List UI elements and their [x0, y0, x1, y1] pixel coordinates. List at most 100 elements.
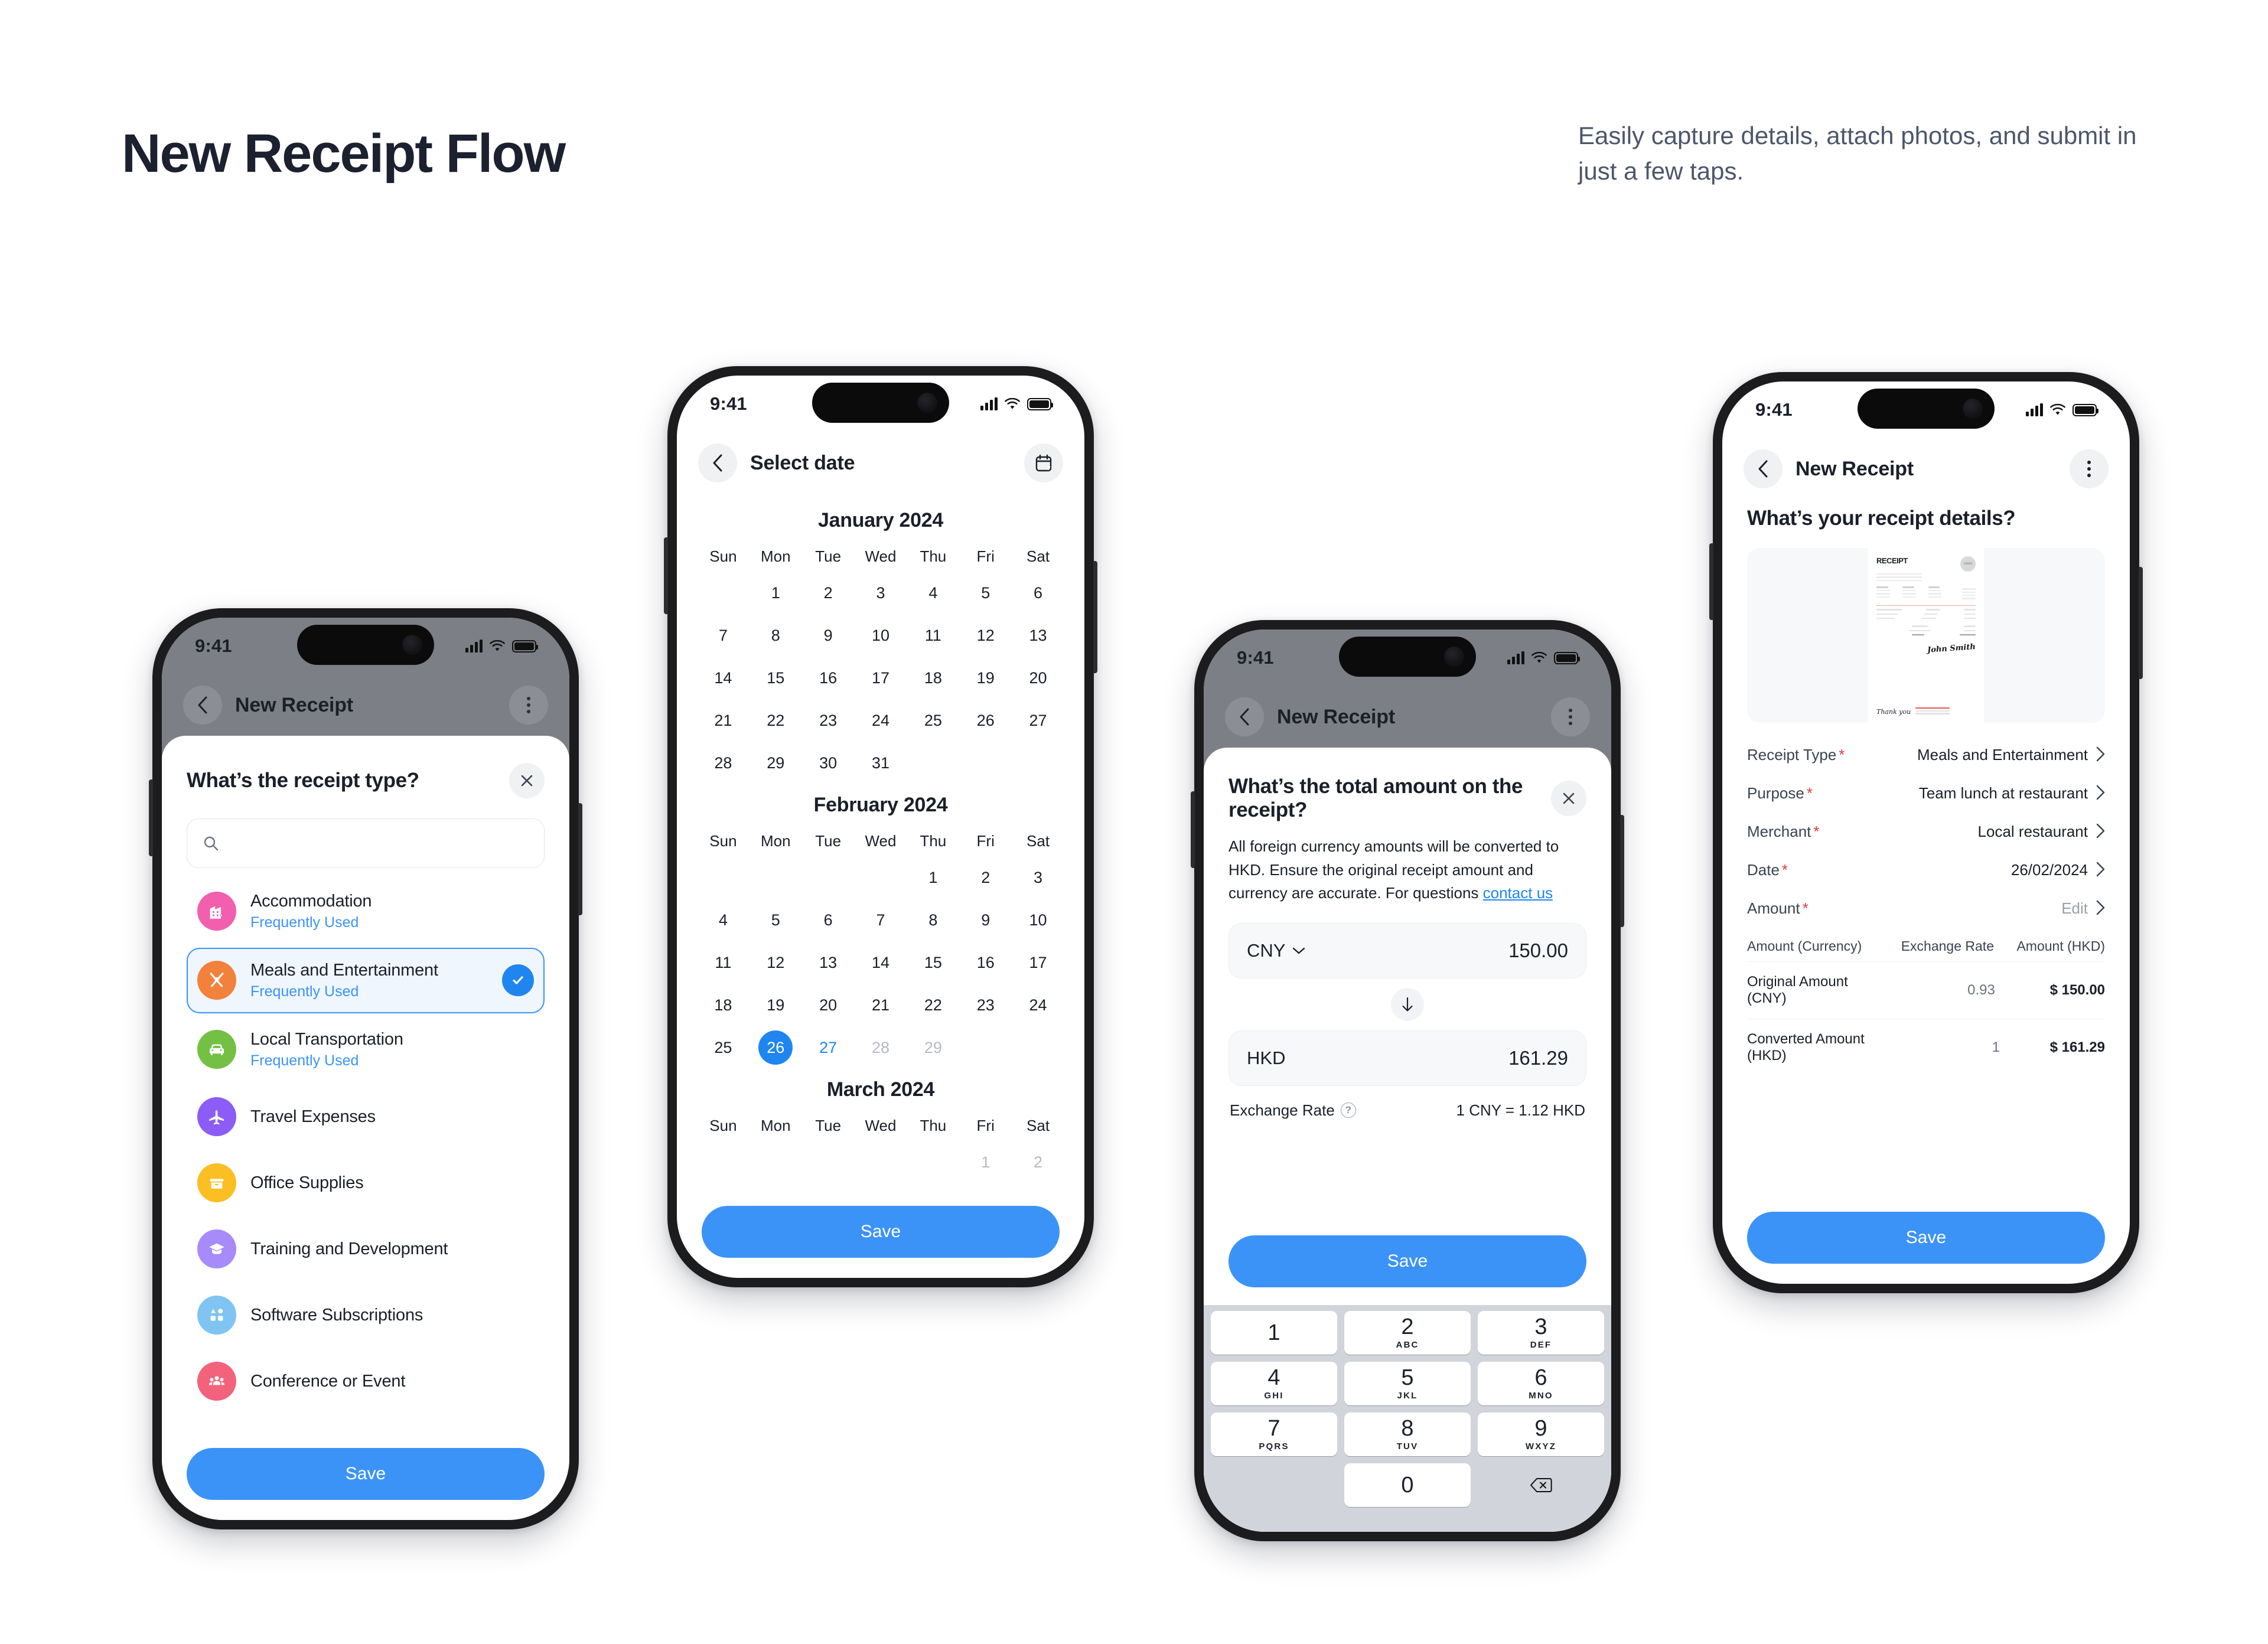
calendar-day[interactable]: 29	[907, 1032, 959, 1063]
detail-row[interactable]: Receipt Type * Meals and Entertainment	[1747, 736, 2105, 774]
back-button[interactable]	[1744, 449, 1783, 488]
calendar-day-selected[interactable]: 26	[750, 1030, 802, 1065]
from-amount-value[interactable]: 150.00	[1508, 940, 1568, 962]
help-circle-icon[interactable]: ?	[1340, 1102, 1356, 1118]
category-row[interactable]: Local Transportation Frequently Used	[187, 1017, 545, 1082]
calendar-day[interactable]: 13	[802, 947, 855, 978]
overflow-menu-button[interactable]	[1551, 697, 1590, 736]
from-currency-selector[interactable]: CNY	[1247, 940, 1305, 961]
keypad-key-5[interactable]: 5 JKL	[1344, 1362, 1471, 1405]
calendar-button[interactable]	[1024, 443, 1063, 482]
calendar-day[interactable]: 16	[802, 663, 855, 693]
save-button[interactable]: Save	[702, 1206, 1060, 1258]
receipt-thumbnail[interactable]: RECEIPT LOGO John Smith Thank you	[1747, 548, 2105, 723]
category-row[interactable]: Training and Development	[187, 1218, 545, 1280]
keypad-key-9[interactable]: 9 WXYZ	[1478, 1413, 1604, 1456]
calendar-day[interactable]: 10	[1012, 905, 1064, 935]
calendar-day[interactable]: 21	[855, 990, 907, 1020]
search-input[interactable]	[230, 834, 529, 853]
calendar-day[interactable]: 7	[697, 620, 750, 651]
detail-row[interactable]: Purpose * Team lunch at restaurant	[1747, 774, 2105, 813]
calendar-day[interactable]: 4	[697, 905, 750, 935]
calendar-day[interactable]: 6	[802, 905, 855, 935]
save-button[interactable]: Save	[1228, 1235, 1586, 1287]
calendar-day[interactable]: 31	[855, 748, 907, 778]
calendar-day[interactable]: 12	[959, 620, 1012, 651]
calendar-day[interactable]: 10	[855, 620, 907, 651]
category-row[interactable]: Office Supplies	[187, 1152, 545, 1214]
calendar-day[interactable]: 1	[907, 862, 959, 893]
calendar-day[interactable]: 9	[802, 620, 855, 651]
calendar-day[interactable]: 22	[750, 705, 802, 736]
calendar-day[interactable]: 20	[802, 990, 855, 1020]
calendar-day[interactable]: 1	[750, 578, 802, 608]
calendar-day[interactable]: 9	[959, 905, 1012, 935]
category-row[interactable]: Travel Expenses	[187, 1085, 545, 1148]
calendar-day[interactable]: 24	[855, 705, 907, 736]
calendar-scroll[interactable]: January 2024 Sun Mon Tue Wed Thu Fri Sat 1 2 3 4 5 6 7…	[677, 494, 1084, 1195]
calendar-day[interactable]: 3	[1012, 862, 1064, 893]
dimmed-backdrop[interactable]: What’s the total amount on the receipt? …	[1204, 748, 1611, 1532]
calendar-day[interactable]: 3	[855, 578, 907, 608]
calendar-day[interactable]: 24	[1012, 990, 1064, 1020]
calendar-day[interactable]: 21	[697, 705, 750, 736]
calendar-day[interactable]: 4	[907, 578, 959, 608]
calendar-day[interactable]: 14	[855, 947, 907, 978]
calendar-day[interactable]: 17	[855, 663, 907, 693]
keypad-key-4[interactable]: 4 GHI	[1211, 1362, 1337, 1405]
keypad-key-6[interactable]: 6 MNO	[1478, 1362, 1604, 1405]
calendar-day[interactable]: 18	[697, 990, 750, 1020]
calendar-day[interactable]: 11	[907, 620, 959, 651]
calendar-day[interactable]: 22	[907, 990, 959, 1020]
calendar-day[interactable]: 25	[697, 1032, 750, 1063]
overflow-menu-button[interactable]	[509, 686, 548, 725]
calendar-day[interactable]: 27	[802, 1032, 855, 1063]
keypad-key-1[interactable]: 1	[1211, 1311, 1337, 1355]
calendar-day[interactable]: 5	[750, 905, 802, 935]
calendar-day[interactable]: 15	[750, 663, 802, 693]
dimmed-backdrop[interactable]: What’s the receipt type? Accommodation Fr…	[162, 736, 569, 1520]
calendar-day[interactable]: 28	[697, 748, 750, 778]
keypad-key-7[interactable]: 7 PQRS	[1211, 1413, 1337, 1456]
close-sheet-button[interactable]	[1551, 781, 1586, 816]
detail-row[interactable]: Merchant * Local restaurant	[1747, 813, 2105, 851]
calendar-day[interactable]: 11	[697, 947, 750, 978]
keypad-key-3[interactable]: 3 DEF	[1478, 1311, 1604, 1355]
calendar-day[interactable]: 25	[907, 705, 959, 736]
calendar-day[interactable]: 8	[907, 905, 959, 935]
category-row[interactable]: Conference or Event	[187, 1350, 545, 1413]
calendar-day[interactable]: 7	[855, 905, 907, 935]
backspace-button[interactable]	[1478, 1463, 1604, 1507]
back-button[interactable]	[183, 686, 222, 725]
calendar-day[interactable]: 28	[855, 1032, 907, 1063]
contact-us-link[interactable]: contact us	[1483, 884, 1553, 902]
calendar-day[interactable]: 23	[802, 705, 855, 736]
calendar-day[interactable]: 2	[802, 578, 855, 608]
overflow-menu-button[interactable]	[2070, 449, 2109, 488]
swap-direction-button[interactable]	[1391, 987, 1424, 1021]
calendar-day[interactable]: 20	[1012, 663, 1064, 693]
calendar-day[interactable]: 13	[1012, 620, 1064, 651]
close-sheet-button[interactable]	[509, 763, 545, 798]
calendar-day[interactable]: 6	[1012, 578, 1064, 608]
keypad-key-2[interactable]: 2 ABC	[1344, 1311, 1471, 1355]
calendar-day[interactable]: 5	[959, 578, 1012, 608]
save-button[interactable]: Save	[1747, 1212, 2105, 1264]
calendar-day[interactable]: 14	[697, 663, 750, 693]
from-currency-field[interactable]: CNY 150.00	[1228, 922, 1586, 978]
calendar-day[interactable]: 18	[907, 663, 959, 693]
calendar-day[interactable]: 19	[750, 990, 802, 1020]
search-box[interactable]	[187, 818, 545, 868]
detail-row[interactable]: Amount * Edit	[1747, 889, 2105, 928]
calendar-day[interactable]: 19	[959, 663, 1012, 693]
calendar-day[interactable]: 27	[1012, 705, 1064, 736]
save-button[interactable]: Save	[187, 1448, 545, 1500]
category-row[interactable]: Accommodation Frequently Used	[187, 879, 545, 944]
detail-row[interactable]: Date * 26/02/2024	[1747, 851, 2105, 889]
keypad-key-8[interactable]: 8 TUV	[1344, 1413, 1471, 1456]
category-row[interactable]: Meals and Entertainment Frequently Used	[187, 947, 545, 1013]
calendar-day[interactable]: 2	[959, 862, 1012, 893]
calendar-day[interactable]: 8	[750, 620, 802, 651]
calendar-day[interactable]: 29	[750, 748, 802, 778]
back-button[interactable]	[1225, 697, 1264, 736]
